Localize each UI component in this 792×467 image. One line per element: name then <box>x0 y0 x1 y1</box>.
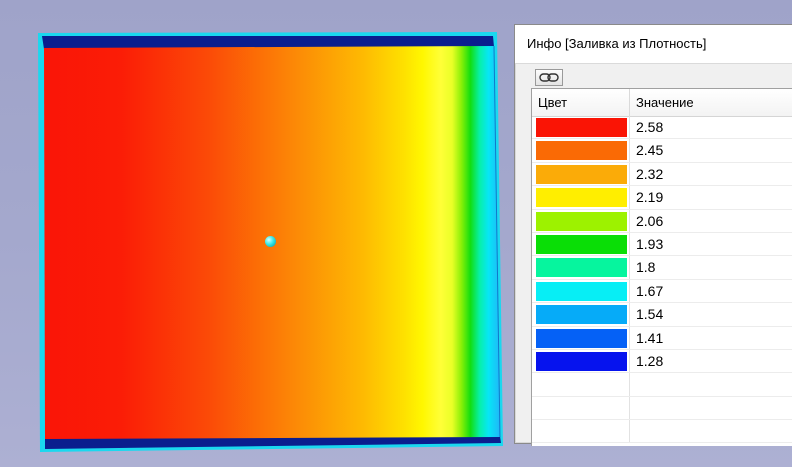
value-cell: 2.58 <box>636 119 664 135</box>
probe-point-marker[interactable] <box>265 236 276 247</box>
column-header-value[interactable]: Значение <box>630 89 792 116</box>
value-cell: 2.32 <box>636 165 664 182</box>
info-window[interactable]: Инфо [Заливка из Плотность] Цвет Значени… <box>514 24 792 446</box>
table-row[interactable]: 2.19 <box>532 186 792 210</box>
color-cell <box>532 256 630 279</box>
color-swatch <box>536 305 627 325</box>
color-cell <box>532 326 630 349</box>
table-row[interactable]: 1.28 <box>532 349 792 374</box>
info-window-title: Инфо [Заливка из Плотность] <box>527 36 707 51</box>
color-swatch <box>536 211 627 231</box>
color-swatch <box>536 188 627 208</box>
table-row[interactable]: 1.54 <box>532 303 792 327</box>
color-swatch <box>536 328 627 348</box>
table-row[interactable]: 1.93 <box>532 232 792 257</box>
color-cell <box>532 209 630 232</box>
empty-table-row <box>532 373 792 397</box>
color-swatch <box>536 234 627 254</box>
value-cell: 2.06 <box>636 212 664 229</box>
link-button[interactable] <box>535 69 563 86</box>
color-cell <box>532 349 630 373</box>
color-cell <box>532 279 630 303</box>
color-swatch <box>536 258 627 278</box>
value-cell: 2.45 <box>636 142 664 159</box>
color-cell <box>532 162 630 186</box>
value-cell: 1.8 <box>636 259 656 276</box>
color-swatch <box>536 351 627 371</box>
empty-table-row <box>532 420 792 444</box>
table-row[interactable]: 1.67 <box>532 279 792 304</box>
color-cell <box>532 232 630 256</box>
value-cell: 1.41 <box>636 329 664 346</box>
empty-table-row <box>532 396 792 421</box>
legend-table[interactable]: Цвет Значение 2.58 2.45 2.32 2.19 2.06 1.93 1.… <box>531 88 792 446</box>
color-cell <box>532 303 630 326</box>
table-row[interactable]: 2.32 <box>532 162 792 187</box>
legend-rows: 2.58 2.45 2.32 2.19 2.06 1.93 1.8 1.67 1.54 1.41 1… <box>532 116 792 444</box>
info-titlebar[interactable]: Инфо [Заливка из Плотность] <box>515 25 792 64</box>
legend-table-header: Цвет Значение <box>532 89 792 117</box>
color-cell <box>532 139 630 162</box>
table-row[interactable]: 2.58 <box>532 116 792 140</box>
value-cell: 1.93 <box>636 235 664 252</box>
color-cell <box>532 116 630 139</box>
table-row[interactable]: 2.45 <box>532 139 792 163</box>
color-swatch <box>536 164 627 184</box>
color-swatch <box>536 141 627 161</box>
value-cell: 2.19 <box>636 189 664 206</box>
table-row[interactable]: 1.41 <box>532 326 792 350</box>
table-row[interactable]: 2.06 <box>532 209 792 233</box>
value-cell: 1.67 <box>636 282 664 299</box>
color-swatch <box>536 118 627 137</box>
table-row[interactable]: 1.8 <box>532 256 792 280</box>
info-toolbar <box>531 67 792 89</box>
column-header-color[interactable]: Цвет <box>532 89 630 116</box>
color-cell <box>532 186 630 209</box>
chain-link-icon <box>539 73 559 82</box>
value-cell: 1.28 <box>636 352 664 369</box>
value-cell: 1.54 <box>636 306 664 323</box>
color-swatch <box>536 281 627 301</box>
